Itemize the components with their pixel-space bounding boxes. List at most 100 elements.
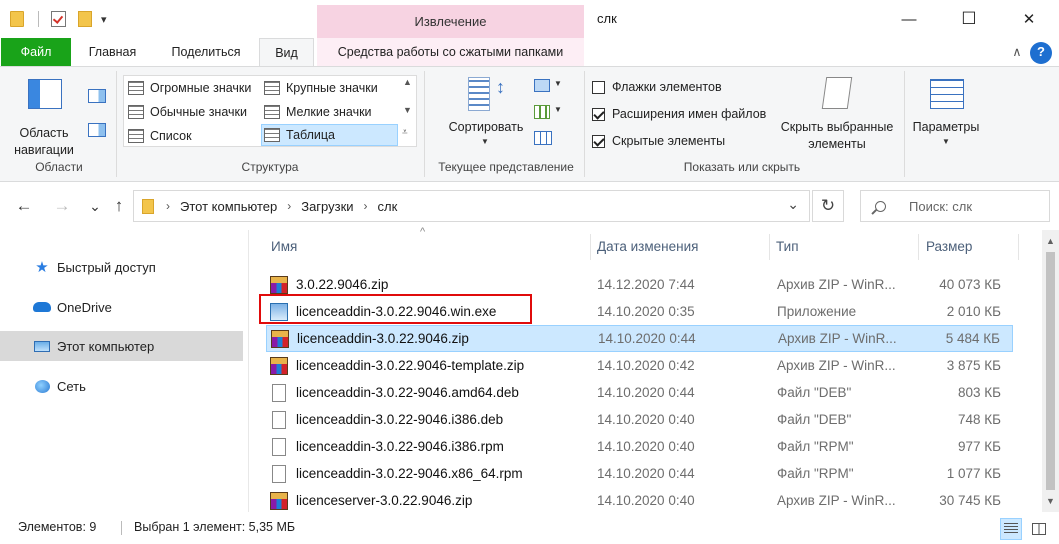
- file-name: 3.0.22.9046.zip: [296, 277, 389, 292]
- layout-scroll-up-icon[interactable]: ▲: [403, 77, 412, 87]
- file-name: licenceaddin-3.0.22-9046.amd64.deb: [296, 385, 519, 400]
- breadcrumb-separator[interactable]: ›: [287, 199, 291, 213]
- tab-compressed-folder-tools[interactable]: Средства работы со сжатыми папками: [317, 38, 584, 66]
- group-by-dropdown-icon[interactable]: ▼: [554, 79, 562, 88]
- refresh-button[interactable]: ↻: [812, 190, 844, 222]
- file-type: Файл "DEB": [777, 385, 852, 400]
- address-field[interactable]: › Этот компьютер › Загрузки › слк ⌄: [133, 190, 810, 222]
- layout-large-icons[interactable]: Крупные значки: [262, 77, 398, 99]
- document-icon: [272, 464, 286, 483]
- checkbox[interactable]: [592, 80, 605, 94]
- sidebar-item-network[interactable]: Сеть: [0, 371, 243, 401]
- scroll-down-icon[interactable]: ▼: [1042, 492, 1059, 509]
- file-row[interactable]: licenceaddin-3.0.22.9046.zip 14.10.2020 0…: [266, 325, 1013, 352]
- search-field[interactable]: Поиск: слк: [860, 190, 1050, 222]
- recent-locations-button[interactable]: ⌄: [83, 194, 107, 218]
- details-view-button[interactable]: [1000, 518, 1022, 540]
- group-by-icon[interactable]: [534, 79, 550, 92]
- forward-button[interactable]: →: [50, 194, 74, 218]
- layout-list[interactable]: Список: [126, 125, 260, 147]
- large-icons-view-button[interactable]: [1028, 518, 1050, 540]
- layout-extra-large-icons[interactable]: Огромные значки: [126, 77, 260, 99]
- zip-archive-icon: [270, 356, 288, 375]
- large-icons-view-icon: [1032, 523, 1046, 535]
- breadcrumb-separator[interactable]: ›: [166, 199, 170, 213]
- scroll-thumb[interactable]: [1046, 252, 1055, 490]
- item-checkboxes-toggle[interactable]: Флажки элементов: [592, 77, 722, 97]
- column-header-date[interactable]: Дата изменения: [589, 230, 769, 264]
- file-name-cell[interactable]: licenceaddin-3.0.22-9046.i386.rpm: [270, 437, 504, 456]
- navigation-pane-button[interactable]: Область навигации: [12, 73, 74, 157]
- file-type: Файл "DEB": [777, 412, 852, 427]
- hide-selected-button[interactable]: Скрыть выбранные элементы: [778, 73, 902, 155]
- new-folder-icon[interactable]: [78, 11, 92, 27]
- medium-icons-icon: [128, 105, 144, 119]
- size-columns-icon[interactable]: [534, 131, 552, 145]
- sidebar-item-onedrive[interactable]: OneDrive: [0, 292, 243, 322]
- title-bar: ▾ Извлечение слк — ☐ ✕: [0, 0, 1059, 38]
- hidden-items-toggle[interactable]: Скрытые элементы: [592, 131, 725, 151]
- column-header-type[interactable]: Тип: [768, 230, 918, 264]
- column-header-name[interactable]: Имя: [263, 230, 594, 264]
- options-button[interactable]: Параметры ▼: [908, 73, 988, 155]
- zip-archive-icon: [270, 491, 288, 510]
- tab-home[interactable]: Главная: [75, 38, 150, 66]
- preview-pane-icon[interactable]: [88, 89, 106, 103]
- file-date: 14.10.2020 0:40: [597, 439, 695, 454]
- file-name-cell[interactable]: licenceaddin-3.0.22-9046.x86_64.rpm: [270, 464, 523, 483]
- checkbox[interactable]: [592, 134, 605, 148]
- add-columns-icon[interactable]: [534, 105, 550, 119]
- sidebar-item-this-pc[interactable]: Этот компьютер: [0, 331, 243, 361]
- scroll-up-icon[interactable]: ▲: [1042, 232, 1059, 249]
- divider[interactable]: [1018, 234, 1019, 260]
- column-header-size[interactable]: Размер: [918, 230, 1018, 264]
- file-row[interactable]: licenceaddin-3.0.22.9046-template.zip 14.…: [266, 352, 1013, 379]
- status-bar: Элементов: 9 Выбран 1 элемент: 5,35 МБ: [0, 512, 1059, 544]
- details-pane-icon[interactable]: [88, 123, 106, 137]
- layout-details[interactable]: Таблица: [261, 124, 398, 146]
- layout-small-icons[interactable]: Мелкие значки: [262, 101, 398, 123]
- sidebar-item-quick-access[interactable]: ★ Быстрый доступ: [0, 252, 243, 282]
- file-row[interactable]: licenceaddin-3.0.22-9046.x86_64.rpm 14.10…: [266, 460, 1013, 487]
- vertical-scrollbar[interactable]: ▲ ▼: [1042, 230, 1059, 512]
- breadcrumb-downloads[interactable]: Загрузки: [301, 199, 353, 214]
- file-name-cell[interactable]: licenceaddin-3.0.22-9046.i386.deb: [270, 410, 503, 429]
- file-name-cell[interactable]: licenceaddin-3.0.22.9046-template.zip: [270, 356, 525, 375]
- file-name: licenceaddin-3.0.22.9046.zip: [297, 331, 469, 346]
- layout-scroll-down-icon[interactable]: ▼: [403, 105, 412, 115]
- breadcrumb-separator[interactable]: ›: [364, 199, 368, 213]
- help-button[interactable]: ?: [1030, 42, 1052, 64]
- up-button[interactable]: ↑: [107, 194, 131, 218]
- breadcrumb-slk[interactable]: слк: [378, 199, 398, 214]
- customize-quick-access-button[interactable]: ▾: [101, 13, 107, 26]
- zip-archive-icon: [270, 275, 288, 294]
- address-dropdown-button[interactable]: ⌄: [787, 196, 799, 213]
- tab-file[interactable]: Файл: [1, 38, 71, 66]
- back-button[interactable]: ←: [12, 194, 36, 218]
- file-extensions-toggle[interactable]: Расширения имен файлов: [592, 104, 766, 124]
- file-name: licenceaddin-3.0.22.9046-template.zip: [296, 358, 525, 373]
- sort-by-button[interactable]: ↕ Сортировать ▼: [440, 73, 532, 155]
- properties-icon[interactable]: [51, 11, 66, 27]
- file-row[interactable]: licenceaddin-3.0.22-9046.i386.deb 14.10.2…: [266, 406, 1013, 433]
- file-row[interactable]: licenceaddin-3.0.22-9046.amd64.deb 14.10.…: [266, 379, 1013, 406]
- sidebar-item-label: OneDrive: [57, 299, 112, 315]
- file-name-cell[interactable]: licenceaddin-3.0.22.9046.zip: [271, 329, 469, 348]
- minimize-button[interactable]: —: [886, 0, 932, 38]
- file-name-cell[interactable]: licenceserver-3.0.22.9046.zip: [270, 491, 472, 510]
- layout-medium-icons[interactable]: Обычные значки: [126, 101, 260, 123]
- collapse-ribbon-button[interactable]: ∧: [1006, 38, 1028, 66]
- checkbox[interactable]: [592, 107, 605, 121]
- add-columns-dropdown-icon[interactable]: ▼: [554, 105, 562, 114]
- maximize-button[interactable]: ☐: [946, 0, 992, 38]
- file-row[interactable]: licenceserver-3.0.22.9046.zip 14.10.2020 …: [266, 487, 1013, 514]
- breadcrumb-this-pc[interactable]: Этот компьютер: [180, 199, 277, 214]
- file-row[interactable]: licenceaddin-3.0.22-9046.i386.rpm 14.10.2…: [266, 433, 1013, 460]
- tab-view[interactable]: Вид: [259, 38, 314, 67]
- large-icons-icon: [264, 81, 280, 95]
- close-button[interactable]: ✕: [1006, 0, 1052, 38]
- layout-expand-icon[interactable]: ⩡: [402, 127, 408, 138]
- tab-share[interactable]: Поделиться: [157, 38, 255, 66]
- file-name-cell[interactable]: licenceaddin-3.0.22-9046.amd64.deb: [270, 383, 519, 402]
- file-name-cell[interactable]: 3.0.22.9046.zip: [270, 275, 389, 294]
